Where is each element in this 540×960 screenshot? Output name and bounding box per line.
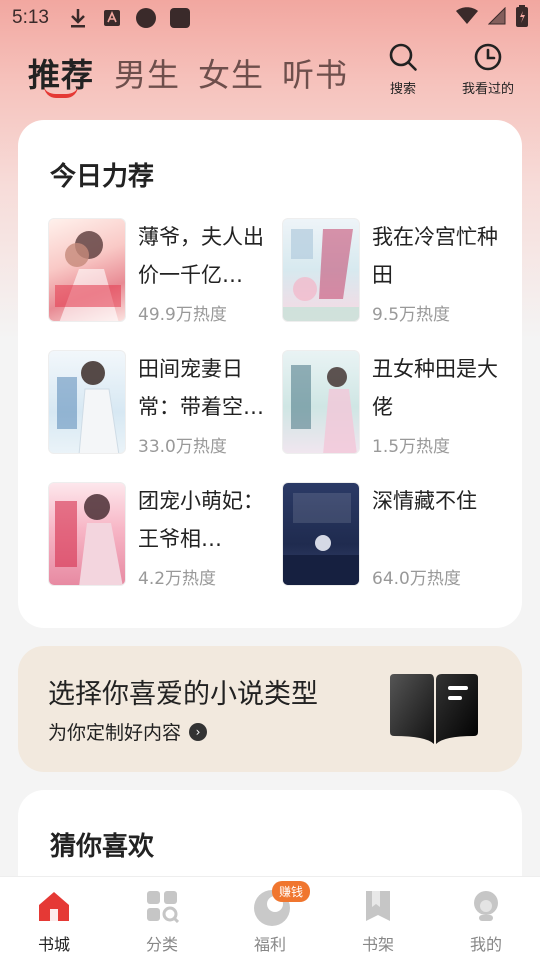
book-heat: 4.2万热度 bbox=[138, 569, 217, 589]
clock-icon bbox=[473, 43, 503, 76]
search-button[interactable]: 搜索 bbox=[368, 42, 438, 97]
status-bar: 5:13 bbox=[0, 0, 540, 36]
category-icon bbox=[145, 889, 180, 924]
nav-label: 我的 bbox=[469, 935, 502, 954]
bottom-navigation: 书城 分类 赚钱 福利 书架 我的 bbox=[0, 876, 540, 960]
tab-male[interactable]: 男生 bbox=[114, 50, 180, 96]
circle-notification-icon bbox=[135, 7, 157, 29]
banner-subtitle-row: 为你定制好内容 › bbox=[48, 718, 208, 745]
nav-label: 书城 bbox=[37, 935, 70, 954]
category-tab-bar: 推荐 男生 女生 听书 搜索 我看过的 bbox=[0, 36, 540, 112]
book-item[interactable]: 丑女种田是大佬 1.5万热度 bbox=[270, 350, 500, 460]
nav-label: 福利 bbox=[253, 935, 286, 954]
nav-bookstore[interactable]: 书城 bbox=[0, 877, 108, 960]
search-label: 搜索 bbox=[389, 82, 416, 97]
book-title: 田间宠妻日常：带着空… bbox=[138, 357, 264, 419]
status-time: 5:13 bbox=[12, 7, 49, 28]
book-cover bbox=[48, 350, 126, 454]
square-notification-icon bbox=[169, 7, 191, 29]
nav-label: 书架 bbox=[361, 935, 394, 954]
book-item[interactable]: 团宠小萌妃：王爷相… 4.2万热度 bbox=[36, 482, 266, 592]
banner-subtitle: 为你定制好内容 bbox=[48, 722, 182, 744]
download-icon bbox=[67, 7, 89, 29]
section-title: 今日力荐 bbox=[50, 162, 155, 192]
history-button[interactable]: 我看过的 bbox=[453, 42, 523, 97]
book-heat: 64.0万热度 bbox=[372, 569, 461, 589]
arrow-right-icon: › bbox=[189, 722, 208, 741]
nav-bookshelf[interactable]: 书架 bbox=[324, 877, 432, 960]
tab-audiobook[interactable]: 听书 bbox=[282, 50, 348, 96]
open-book-icon bbox=[386, 672, 482, 752]
history-label: 我看过的 bbox=[461, 82, 514, 97]
book-title: 深情藏不住 bbox=[372, 489, 477, 513]
battery-icon bbox=[516, 5, 528, 31]
signal-icon bbox=[487, 6, 506, 29]
book-item[interactable]: 薄爷，夫人出价一千亿… 49.9万热度 bbox=[36, 218, 266, 328]
section-title: 猜你喜欢 bbox=[50, 832, 155, 862]
genre-preference-banner[interactable]: 选择你喜爱的小说类型 为你定制好内容 › bbox=[18, 646, 522, 772]
book-cover bbox=[282, 482, 360, 586]
book-cover bbox=[282, 350, 360, 454]
nav-category[interactable]: 分类 bbox=[108, 877, 216, 960]
tab-female[interactable]: 女生 bbox=[198, 50, 264, 96]
book-title: 团宠小萌妃：王爷相… bbox=[138, 489, 264, 551]
wifi-icon bbox=[456, 7, 478, 29]
book-cover bbox=[48, 218, 126, 322]
active-tab-indicator bbox=[44, 86, 78, 98]
nav-welfare[interactable]: 赚钱 福利 bbox=[216, 877, 324, 960]
book-item[interactable]: 我在冷宫忙种田 9.5万热度 bbox=[270, 218, 500, 328]
book-heat: 33.0万热度 bbox=[138, 437, 227, 457]
book-title: 我在冷宫忙种田 bbox=[372, 225, 498, 287]
nav-profile[interactable]: 我的 bbox=[432, 877, 540, 960]
nav-label: 分类 bbox=[145, 935, 178, 954]
book-heat: 9.5万热度 bbox=[372, 305, 451, 325]
welfare-badge: 赚钱 bbox=[272, 881, 311, 902]
book-item[interactable]: 深情藏不住 64.0万热度 bbox=[270, 482, 500, 592]
banner-title: 选择你喜爱的小说类型 bbox=[48, 679, 318, 710]
search-icon bbox=[388, 43, 418, 76]
book-item[interactable]: 田间宠妻日常：带着空… 33.0万热度 bbox=[36, 350, 266, 460]
app-notification-icon bbox=[101, 7, 123, 29]
profile-icon bbox=[469, 889, 503, 923]
home-icon bbox=[37, 889, 71, 923]
today-recommend-card: 今日力荐 薄爷，夫人出价一千亿… 49.9万热度 我在冷宫忙种田 9.5万热度 bbox=[18, 120, 522, 628]
bookshelf-icon bbox=[361, 889, 395, 923]
book-title: 薄爷，夫人出价一千亿… bbox=[138, 225, 264, 287]
book-cover bbox=[282, 218, 360, 322]
book-heat: 1.5万热度 bbox=[372, 437, 451, 457]
book-title: 丑女种田是大佬 bbox=[372, 357, 498, 419]
book-cover bbox=[48, 482, 126, 586]
book-heat: 49.9万热度 bbox=[138, 305, 227, 325]
